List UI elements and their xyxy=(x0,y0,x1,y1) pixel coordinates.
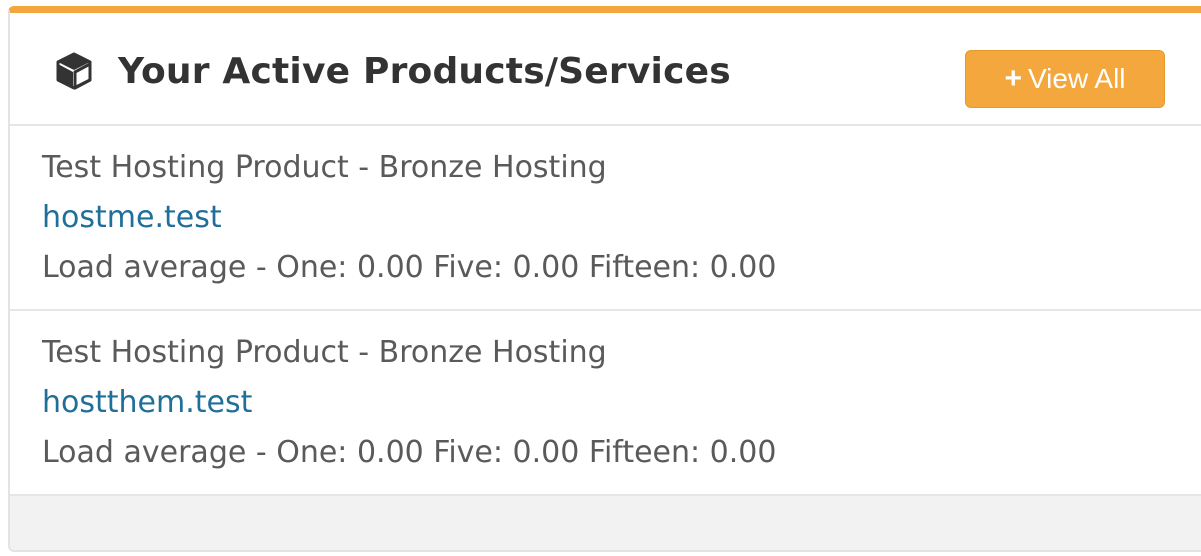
list-item: Test Hosting Product - Bronze Hosting ho… xyxy=(10,311,1201,496)
list-item: Test Hosting Product - Bronze Hosting ho… xyxy=(10,126,1201,311)
panel-heading: Your Active Products/Services + View All xyxy=(10,13,1201,126)
panel-footer xyxy=(10,496,1201,550)
domain-link[interactable]: hostthem.test xyxy=(42,385,252,420)
product-name: Test Hosting Product - Bronze Hosting xyxy=(42,150,607,185)
view-all-button[interactable]: + View All xyxy=(965,50,1165,108)
view-all-label: View All xyxy=(1027,63,1126,94)
domain-link[interactable]: hostme.test xyxy=(42,200,222,235)
cube-icon xyxy=(54,51,94,91)
load-average: Load average - One: 0.00 Five: 0.00 Fift… xyxy=(42,250,777,285)
plus-icon: + xyxy=(1004,62,1022,95)
panel-title-text: Your Active Products/Services xyxy=(118,50,731,92)
product-name: Test Hosting Product - Bronze Hosting xyxy=(42,335,607,370)
load-average: Load average - One: 0.00 Five: 0.00 Fift… xyxy=(42,435,777,470)
active-products-panel: Your Active Products/Services + View All… xyxy=(8,6,1201,552)
panel-title: Your Active Products/Services xyxy=(54,41,731,101)
